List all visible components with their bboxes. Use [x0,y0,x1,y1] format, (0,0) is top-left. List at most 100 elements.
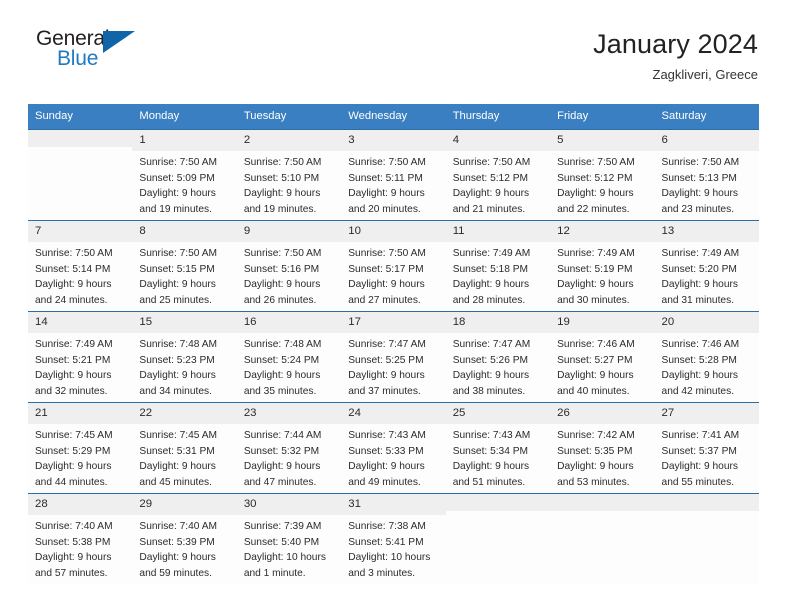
day-cell[interactable]: 22 Sunrise: 7:45 AM Sunset: 5:31 PM Dayl… [132,403,237,494]
sunset-text: Sunset: 5:11 PM [348,172,423,184]
sunrise-text: Sunrise: 7:40 AM [35,521,113,533]
day-cell[interactable]: 25 Sunrise: 7:43 AM Sunset: 5:34 PM Dayl… [445,403,551,494]
day-cell[interactable] [445,494,551,585]
day-details: Sunrise: 7:50 AM Sunset: 5:12 PM Dayligh… [446,151,550,217]
day-cell[interactable]: 3 Sunrise: 7:50 AM Sunset: 5:11 PM Dayli… [341,130,446,221]
daylight-text: Daylight: 9 hours and 31 minutes. [661,279,738,306]
day-number: 22 [132,403,237,425]
day-cell[interactable]: 27 Sunrise: 7:41 AM Sunset: 5:37 PM Dayl… [654,403,759,494]
day-cell[interactable]: 20 Sunrise: 7:46 AM Sunset: 5:28 PM Dayl… [654,312,759,403]
sunrise-text: Sunrise: 7:45 AM [35,430,113,442]
week-row: 28 Sunrise: 7:40 AM Sunset: 5:38 PM Dayl… [28,493,759,585]
day-cell[interactable]: 14 Sunrise: 7:49 AM Sunset: 5:21 PM Dayl… [28,312,133,403]
logo-text-blue: Blue [57,47,99,70]
sunrise-text: Sunrise: 7:49 AM [661,248,740,260]
daylight-text: Daylight: 9 hours and 51 minutes. [452,461,530,488]
day-cell[interactable]: 7 Sunrise: 7:50 AM Sunset: 5:14 PM Dayli… [28,221,133,312]
day-details: Sunrise: 7:47 AM Sunset: 5:25 PM Dayligh… [341,333,445,399]
day-number: 18 [445,312,551,334]
day-cell[interactable] [28,130,133,221]
sunrise-text: Sunrise: 7:42 AM [557,430,635,442]
day-cell[interactable]: 26 Sunrise: 7:42 AM Sunset: 5:35 PM Dayl… [550,403,655,494]
page-title: January 2024 [593,29,758,59]
sunrise-text: Sunrise: 7:49 AM [452,248,531,260]
day-details: Sunrise: 7:46 AM Sunset: 5:28 PM Dayligh… [655,333,759,399]
weekday-header-monday: Monday [139,110,180,122]
day-details: Sunrise: 7:49 AM Sunset: 5:19 PM Dayligh… [550,242,654,308]
sunset-text: Sunset: 5:21 PM [35,354,111,366]
day-cell[interactable]: 23 Sunrise: 7:44 AM Sunset: 5:32 PM Dayl… [236,403,342,494]
day-details: Sunrise: 7:50 AM Sunset: 5:09 PM Dayligh… [132,151,236,217]
sunrise-text: Sunrise: 7:49 AM [35,339,113,351]
day-details: Sunrise: 7:42 AM Sunset: 5:35 PM Dayligh… [550,424,654,490]
day-cell[interactable]: 17 Sunrise: 7:47 AM Sunset: 5:25 PM Dayl… [341,312,446,403]
day-cell[interactable] [654,494,759,585]
sunset-text: Sunset: 5:32 PM [243,445,320,457]
week-row: 7 Sunrise: 7:50 AM Sunset: 5:14 PM Dayli… [28,220,759,312]
day-cell[interactable]: 8 Sunrise: 7:50 AM Sunset: 5:15 PM Dayli… [132,221,237,312]
day-cell[interactable]: 18 Sunrise: 7:47 AM Sunset: 5:26 PM Dayl… [445,312,551,403]
day-cell[interactable]: 11 Sunrise: 7:49 AM Sunset: 5:18 PM Dayl… [445,221,551,312]
day-number: 9 [236,221,342,243]
day-number: 27 [654,403,759,425]
day-cell[interactable]: 10 Sunrise: 7:50 AM Sunset: 5:17 PM Dayl… [341,221,446,312]
day-details: Sunrise: 7:43 AM Sunset: 5:33 PM Dayligh… [341,424,445,490]
day-details: Sunrise: 7:44 AM Sunset: 5:32 PM Dayligh… [237,424,341,490]
daylight-text: Daylight: 9 hours and 26 minutes. [243,279,321,306]
day-cell[interactable]: 21 Sunrise: 7:45 AM Sunset: 5:29 PM Dayl… [28,403,133,494]
sunrise-text: Sunrise: 7:40 AM [139,521,218,533]
day-cell[interactable]: 12 Sunrise: 7:49 AM Sunset: 5:19 PM Dayl… [550,221,655,312]
day-number: 20 [654,312,759,334]
day-details: Sunrise: 7:39 AM Sunset: 5:40 PM Dayligh… [237,515,341,581]
day-details: Sunrise: 7:50 AM Sunset: 5:12 PM Dayligh… [550,151,654,217]
day-cell[interactable]: 13 Sunrise: 7:49 AM Sunset: 5:20 PM Dayl… [654,221,759,312]
sunset-text: Sunset: 5:29 PM [35,445,111,457]
day-cell[interactable]: 19 Sunrise: 7:46 AM Sunset: 5:27 PM Dayl… [550,312,655,403]
day-number: 11 [445,221,551,243]
day-cell[interactable]: 4 Sunrise: 7:50 AM Sunset: 5:12 PM Dayli… [445,130,551,221]
week-row: 21 Sunrise: 7:45 AM Sunset: 5:29 PM Dayl… [28,402,759,494]
daylight-text: Daylight: 9 hours and 40 minutes. [557,370,634,397]
daylight-text: Daylight: 9 hours and 53 minutes. [557,461,634,488]
day-cell[interactable]: 9 Sunrise: 7:50 AM Sunset: 5:16 PM Dayli… [236,221,342,312]
sunset-text: Sunset: 5:12 PM [452,172,529,184]
day-cell[interactable]: 2 Sunrise: 7:50 AM Sunset: 5:10 PM Dayli… [236,130,342,221]
day-cell[interactable]: 31 Sunrise: 7:38 AM Sunset: 5:41 PM Dayl… [341,494,446,585]
day-number [654,494,759,512]
day-cell[interactable]: 1 Sunrise: 7:50 AM Sunset: 5:09 PM Dayli… [132,130,237,221]
sunset-text: Sunset: 5:31 PM [139,445,215,457]
day-cell[interactable] [550,494,655,585]
day-details: Sunrise: 7:50 AM Sunset: 5:10 PM Dayligh… [237,151,341,217]
daylight-text: Daylight: 9 hours and 49 minutes. [348,461,425,488]
sunrise-text: Sunrise: 7:50 AM [139,248,218,260]
day-details: Sunrise: 7:45 AM Sunset: 5:29 PM Dayligh… [28,424,132,490]
weekday-header-wednesday: Wednesday [348,110,408,122]
day-cell[interactable]: 16 Sunrise: 7:48 AM Sunset: 5:24 PM Dayl… [236,312,342,403]
day-cell[interactable]: 5 Sunrise: 7:50 AM Sunset: 5:12 PM Dayli… [550,130,655,221]
day-cell[interactable]: 30 Sunrise: 7:39 AM Sunset: 5:40 PM Dayl… [236,494,342,585]
day-details: Sunrise: 7:49 AM Sunset: 5:18 PM Dayligh… [446,242,550,308]
daylight-text: Daylight: 9 hours and 27 minutes. [348,279,425,306]
sunset-text: Sunset: 5:27 PM [557,354,633,366]
sunrise-text: Sunrise: 7:50 AM [243,157,322,169]
sunset-text: Sunset: 5:10 PM [243,172,320,184]
day-details: Sunrise: 7:48 AM Sunset: 5:24 PM Dayligh… [237,333,341,399]
day-number: 13 [654,221,759,243]
day-cell[interactable]: 29 Sunrise: 7:40 AM Sunset: 5:39 PM Dayl… [132,494,237,585]
day-cell[interactable]: 24 Sunrise: 7:43 AM Sunset: 5:33 PM Dayl… [341,403,446,494]
sunrise-text: Sunrise: 7:38 AM [348,521,426,533]
title-block: January 2024 Zagkliveri, Greece [593,28,758,82]
daylight-text: Daylight: 9 hours and 38 minutes. [452,370,530,397]
day-number: 21 [28,403,133,425]
general-blue-logo[interactable]: General Blue [36,28,146,80]
day-details [550,511,654,515]
daylight-text: Daylight: 9 hours and 42 minutes. [661,370,738,397]
daylight-text: Daylight: 9 hours and 55 minutes. [661,461,738,488]
day-details: Sunrise: 7:45 AM Sunset: 5:31 PM Dayligh… [132,424,236,490]
day-number: 15 [132,312,237,334]
sunset-text: Sunset: 5:41 PM [348,536,424,548]
daylight-text: Daylight: 9 hours and 20 minutes. [348,188,425,215]
day-cell[interactable]: 15 Sunrise: 7:48 AM Sunset: 5:23 PM Dayl… [132,312,237,403]
day-cell[interactable]: 6 Sunrise: 7:50 AM Sunset: 5:13 PM Dayli… [654,130,759,221]
day-cell[interactable]: 28 Sunrise: 7:40 AM Sunset: 5:38 PM Dayl… [28,494,133,585]
